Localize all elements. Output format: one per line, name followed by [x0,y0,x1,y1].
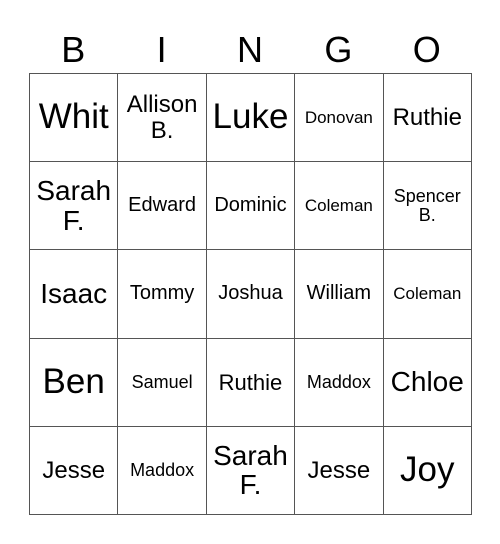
header-letter-g: G [324,29,353,70]
bingo-cell[interactable]: Chloe [382,337,472,427]
bingo-cell[interactable]: Sarah F. [205,425,296,515]
bingo-cell[interactable]: Joy [382,425,472,515]
bingo-cell[interactable]: Ruthie [382,72,472,163]
bingo-cell[interactable]: Maddox [117,425,207,515]
bingo-cell[interactable]: Ruthie [205,337,296,427]
bingo-cell[interactable]: Donovan [294,72,384,163]
bingo-cell[interactable]: Samuel [117,337,207,427]
bingo-cell[interactable]: William [294,249,384,339]
header-letter-n: N [236,29,263,70]
bingo-cell[interactable]: Luke [205,72,296,163]
bingo-cell[interactable]: Joshua [205,249,296,339]
bingo-cell[interactable]: Ben [28,337,119,427]
grid-row: Ben Samuel Ruthie Maddox Chloe [28,337,472,427]
header-letter-i: I [156,29,167,70]
header-letter-b: B [61,29,86,70]
bingo-cell[interactable]: Jesse [28,425,119,515]
bingo-cell[interactable]: Isaac [28,249,119,339]
bingo-cell[interactable]: Coleman [294,161,384,251]
grid-row: Whit Allison B. Luke Donovan Ruthie [28,72,472,163]
grid-row: Jesse Maddox Sarah F. Jesse Joy [28,425,472,515]
bingo-cell[interactable]: Spencer B. [382,161,472,251]
header-letter-o: O [412,29,441,70]
bingo-grid: Whit Allison B. Luke Donovan Ruthie Sara… [28,72,472,515]
bingo-cell[interactable]: Tommy [117,249,207,339]
bingo-cell[interactable]: Maddox [294,337,384,427]
grid-row: Isaac Tommy Joshua William Coleman [28,249,472,339]
bingo-cell[interactable]: Allison B. [117,72,207,163]
bingo-cell[interactable]: Coleman [382,249,472,339]
bingo-cell[interactable]: Edward [117,161,207,251]
bingo-cell[interactable]: Jesse [294,425,384,515]
grid-row: Sarah F. Edward Dominic Coleman Spencer … [28,161,472,251]
bingo-cell[interactable]: Whit [28,72,119,163]
bingo-cell[interactable]: Sarah F. [28,161,119,251]
bingo-cell[interactable]: Dominic [205,161,296,251]
bingo-header: B I N G O [29,28,471,72]
